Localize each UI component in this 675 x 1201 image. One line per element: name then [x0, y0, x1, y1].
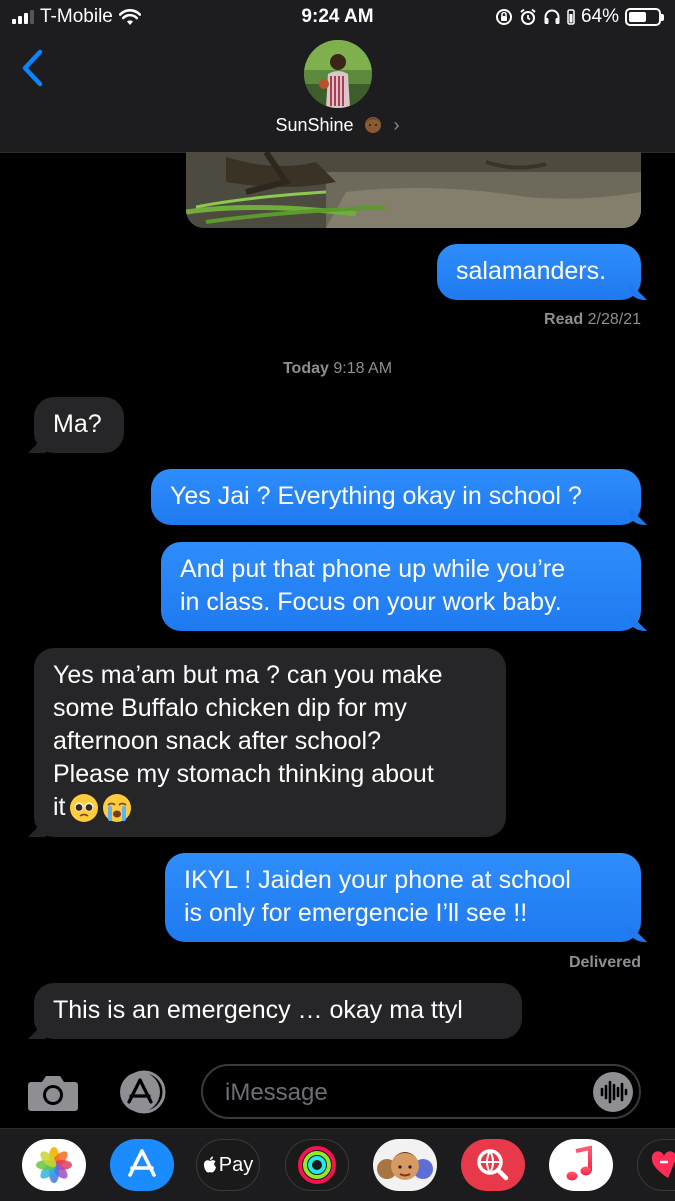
rotation-lock-icon: [495, 9, 512, 25]
contact-avatar[interactable]: [304, 40, 372, 108]
memoji-app-button[interactable]: [373, 1139, 437, 1191]
camera-icon[interactable]: [27, 1072, 79, 1112]
headphone-battery-icon: [567, 9, 575, 25]
message-line: afternoon snack after school?: [53, 727, 381, 755]
message-line: some Buffalo chicken dip for my: [53, 694, 407, 722]
sent-message[interactable]: And put that phone up while you’re in cl…: [161, 542, 641, 631]
timestamp-time: 9:18 AM: [333, 360, 393, 377]
message-text: Ma?: [53, 410, 102, 438]
message-line-text: it: [53, 793, 66, 821]
music-app-button[interactable]: [549, 1139, 613, 1191]
message-line: it: [53, 791, 487, 824]
app-store-icon: [128, 1149, 156, 1177]
music-icon: [566, 1145, 592, 1181]
apple-pay-icon: [203, 1156, 216, 1173]
message-text: salamanders.: [456, 257, 607, 285]
heart-app-button[interactable]: [637, 1139, 675, 1191]
receipt-label: Read: [544, 311, 584, 328]
message-line: in class. Focus on your work baby.: [180, 588, 562, 616]
message-input-bar: [0, 1052, 675, 1130]
memoji-icon: [364, 117, 381, 133]
image-attachment[interactable]: [186, 152, 641, 228]
activity-icon: [298, 1146, 336, 1184]
attachment-photo: [186, 152, 641, 228]
message-line: Yes ma’am but ma ? can you make: [53, 661, 443, 689]
status-right: 64%: [495, 6, 664, 28]
app-store-app-button[interactable]: [110, 1139, 174, 1191]
message-line: IKYL ! Jaiden your phone at school: [184, 866, 571, 894]
read-receipt: Read 2/28/21: [544, 311, 641, 329]
apple-pay-app-button[interactable]: Pay: [196, 1139, 260, 1191]
back-chevron-icon[interactable]: [18, 48, 48, 88]
app-drawer: Pay: [0, 1128, 675, 1201]
imessage-field[interactable]: [201, 1064, 641, 1119]
crying-face-emoji-icon: [102, 793, 131, 822]
battery-icon: [625, 8, 664, 26]
apple-pay-label: Pay: [218, 1153, 254, 1176]
battery-percent: 64%: [580, 6, 619, 27]
photos-app-button[interactable]: [22, 1139, 86, 1191]
alarm-icon: [520, 8, 536, 25]
message-line: is only for emergencie I’ll see !!: [184, 899, 528, 927]
web-search-app-button[interactable]: [461, 1139, 525, 1191]
avatar-photo: [304, 40, 372, 108]
heart-app-icon: [651, 1151, 675, 1178]
headphones-icon: [544, 9, 560, 24]
waveform-icon: [600, 1080, 628, 1104]
app-store-button-icon[interactable]: [114, 1070, 170, 1114]
sent-message[interactable]: salamanders.: [437, 244, 641, 300]
conversation-timestamp: Today 9:18 AM: [0, 360, 675, 378]
message-line: And put that phone up while you’re: [180, 555, 565, 583]
sent-message[interactable]: IKYL ! Jaiden your phone at school is on…: [165, 853, 641, 942]
received-message[interactable]: This is an emergency … okay ma ttyl: [34, 983, 522, 1039]
message-text: This is an emergency … okay ma ttyl: [53, 996, 463, 1024]
receipt-label: Delivered: [568, 954, 641, 971]
pleading-face-emoji-icon: [69, 793, 98, 822]
sent-message[interactable]: Yes Jai ? Everything okay in school ?: [151, 469, 641, 525]
timestamp-day: Today: [282, 360, 329, 377]
status-bar: T-Mobile 9:24 AM 64%: [0, 0, 675, 36]
contact-name: SunShine: [275, 115, 354, 135]
contact-name-row[interactable]: SunShine ›: [0, 114, 675, 136]
web-search-icon: [477, 1149, 509, 1181]
received-message[interactable]: Ma?: [34, 397, 124, 453]
activity-app-button[interactable]: [285, 1139, 349, 1191]
message-input[interactable]: [223, 1066, 587, 1119]
audio-message-button[interactable]: [593, 1072, 633, 1112]
photos-icon: [36, 1147, 72, 1183]
receipt-date: 2/28/21: [587, 311, 641, 328]
received-message[interactable]: Yes ma’am but ma ? can you make some Buf…: [34, 648, 506, 837]
message-line: Please my stomach thinking about: [53, 760, 434, 788]
message-text: Yes Jai ? Everything okay in school ?: [170, 482, 582, 510]
delivered-receipt: Delivered: [569, 954, 641, 972]
chevron-right-icon: ›: [393, 115, 400, 135]
memoji-stickers-icon: [377, 1152, 433, 1180]
